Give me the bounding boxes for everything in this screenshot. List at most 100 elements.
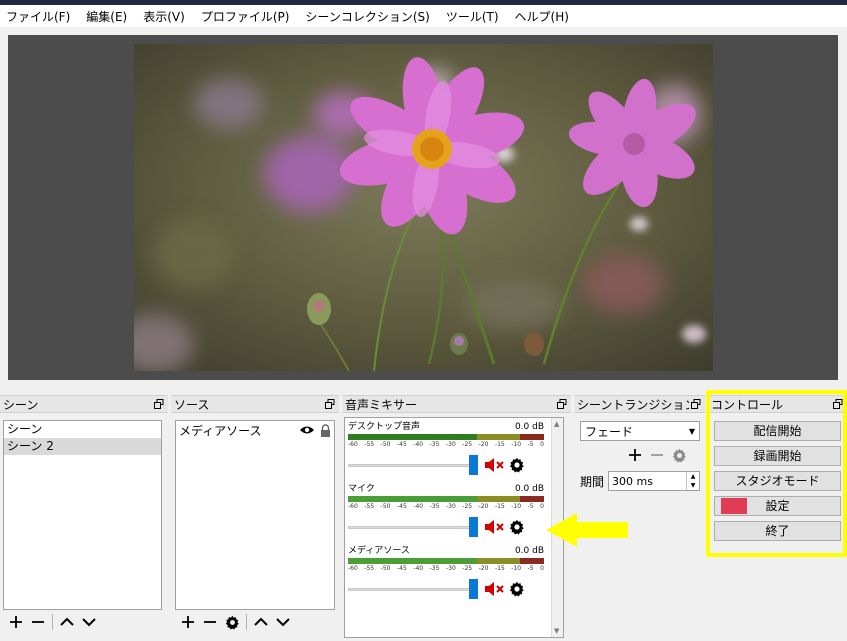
remove-transition-button[interactable] <box>646 445 668 465</box>
sources-list[interactable]: メディアソース <box>175 420 335 610</box>
controls-dock-header: コントロール <box>708 395 847 413</box>
start-streaming-button[interactable]: 配信開始 <box>714 421 841 441</box>
move-source-down-button[interactable] <box>272 612 294 632</box>
scene-item-1[interactable]: シーン <box>4 421 161 438</box>
arrow-annotation <box>546 513 628 547</box>
menu-tools[interactable]: ツール(T) <box>438 8 507 25</box>
channel-db: 0.0 dB <box>514 484 544 494</box>
lock-icon[interactable] <box>316 422 334 438</box>
gear-icon[interactable] <box>506 579 528 599</box>
scenes-dock-header: シーン <box>0 395 168 413</box>
exit-button[interactable]: 終了 <box>714 521 841 541</box>
chevron-down-icon <box>276 618 290 627</box>
source-properties-button[interactable] <box>221 612 243 632</box>
scene-transitions-dock-header: シーントランジション <box>574 395 705 413</box>
start-recording-button[interactable]: 録画開始 <box>714 446 841 466</box>
channel-name: マイク <box>348 484 375 494</box>
remove-scene-button[interactable] <box>27 612 49 632</box>
add-source-button[interactable] <box>177 612 199 632</box>
scenes-dock-title: シーン <box>3 397 39 412</box>
chevron-up-icon <box>254 617 268 626</box>
add-transition-button[interactable] <box>624 445 646 465</box>
audio-mixer-panel: ▲ ▼ デスクトップ音声 0.0 dB -60 -55 -50 -45 -40 -35 -3… <box>344 417 564 638</box>
volume-slider-thumb[interactable] <box>469 517 478 537</box>
volume-slider[interactable] <box>348 455 478 475</box>
mixer-channel-desktop: デスクトップ音声 0.0 dB -60 -55 -50 -45 -40 -35 -30 -25… <box>348 421 544 481</box>
volume-slider[interactable] <box>348 579 478 599</box>
studio-mode-button[interactable]: スタジオモード <box>714 471 841 491</box>
settings-marker <box>721 498 747 514</box>
gear-icon[interactable] <box>506 517 528 537</box>
channel-name: メディアソース <box>348 546 410 556</box>
menu-help[interactable]: ヘルプ(H) <box>507 8 577 25</box>
speaker-muted-icon[interactable] <box>484 455 506 475</box>
volume-slider-thumb[interactable] <box>469 455 478 475</box>
scenes-dock: シーン シーン シーン 2 <box>0 395 168 641</box>
scene-transitions-dock-title: シーントランジション <box>577 397 689 412</box>
plus-icon <box>10 616 22 628</box>
source-item[interactable]: メディアソース <box>176 421 334 439</box>
duration-spinbox[interactable]: 300 ms ▲ ▼ <box>608 471 700 491</box>
scenes-toolbar <box>5 612 100 632</box>
transitions-toolbar <box>624 445 690 465</box>
float-window-icon[interactable] <box>689 397 703 411</box>
add-scene-button[interactable] <box>5 612 27 632</box>
audio-mixer-dock: 音声ミキサー ▲ ▼ デスクトップ音声 0.0 dB -60 -55 -50 -45-… <box>342 395 571 641</box>
plus-icon <box>182 616 194 628</box>
chevron-up-icon <box>60 617 74 626</box>
minus-icon <box>651 454 663 456</box>
sources-dock-title: ソース <box>174 397 210 412</box>
menu-scene-collection[interactable]: シーンコレクション(S) <box>297 8 437 25</box>
speaker-muted-icon[interactable] <box>484 517 506 537</box>
settings-button[interactable]: 設定 <box>714 496 841 516</box>
scene-item-2[interactable]: シーン 2 <box>4 438 161 455</box>
toolbar-separator <box>52 614 53 630</box>
speaker-muted-icon[interactable] <box>484 579 506 599</box>
volume-slider-thumb[interactable] <box>469 579 478 599</box>
controls-dock: コントロール 配信開始 録画開始 スタジオモード 設定 終了 <box>708 395 847 641</box>
channel-db: 0.0 dB <box>514 422 544 432</box>
float-window-icon[interactable] <box>323 397 337 411</box>
remove-source-button[interactable] <box>199 612 221 632</box>
channel-db: 0.0 dB <box>514 546 544 556</box>
chevron-down-icon: ▼ <box>688 426 696 436</box>
preview-canvas[interactable] <box>8 35 838 380</box>
float-window-icon[interactable] <box>831 397 845 411</box>
mixer-channel-mic: マイク 0.0 dB -60 -55 -50 -45 -40 -35 -30 -25 -20 -1… <box>348 483 544 543</box>
meter-ticks: -60 -55 -50 -45 -40 -35 -30 -25 -20 -15 -10 -5 0 <box>348 503 544 510</box>
menu-bar: ファイル(F) 編集(E) 表示(V) プロファイル(P) シーンコレクション(… <box>0 5 847 27</box>
channel-name: デスクトップ音声 <box>348 422 421 432</box>
volume-slider[interactable] <box>348 517 478 537</box>
settings-button-label: 設定 <box>765 499 790 513</box>
move-source-up-button[interactable] <box>250 612 272 632</box>
meter-ticks: -60 -55 -50 -45 -40 -35 -30 -25 -20 -15 -10 -5 0 <box>348 565 544 572</box>
chevron-down-icon <box>82 618 96 627</box>
menu-edit[interactable]: 編集(E) <box>78 8 135 25</box>
menu-file[interactable]: ファイル(F) <box>0 8 78 25</box>
transition-properties-button[interactable] <box>668 445 690 465</box>
audio-mixer-dock-header: 音声ミキサー <box>342 395 571 413</box>
float-window-icon[interactable] <box>555 397 569 411</box>
minus-icon <box>204 621 216 623</box>
gear-icon <box>225 615 239 630</box>
plus-icon <box>629 449 641 461</box>
preview-image <box>134 44 713 371</box>
gear-icon[interactable] <box>506 455 528 475</box>
sources-dock-header: ソース <box>171 395 339 413</box>
transition-select-value: フェード <box>585 424 634 439</box>
toolbar-separator <box>246 614 247 630</box>
duration-value: 300 ms <box>612 474 653 488</box>
move-scene-down-button[interactable] <box>78 612 100 632</box>
eye-icon[interactable] <box>298 422 316 438</box>
sources-toolbar <box>177 612 294 632</box>
meter-ticks: -60 -55 -50 -45 -40 -35 -30 -25 -20 -15 -10 -5 0 <box>348 441 544 448</box>
scenes-list[interactable]: シーン シーン 2 <box>3 420 162 610</box>
menu-view[interactable]: 表示(V) <box>135 8 193 25</box>
sources-dock: ソース メディアソース <box>171 395 339 641</box>
move-scene-up-button[interactable] <box>56 612 78 632</box>
transition-select[interactable]: フェード ▼ <box>580 421 700 441</box>
float-window-icon[interactable] <box>152 397 166 411</box>
menu-profile[interactable]: プロファイル(P) <box>193 8 298 25</box>
spin-buttons[interactable]: ▲ ▼ <box>686 472 699 490</box>
gear-icon <box>672 448 686 463</box>
